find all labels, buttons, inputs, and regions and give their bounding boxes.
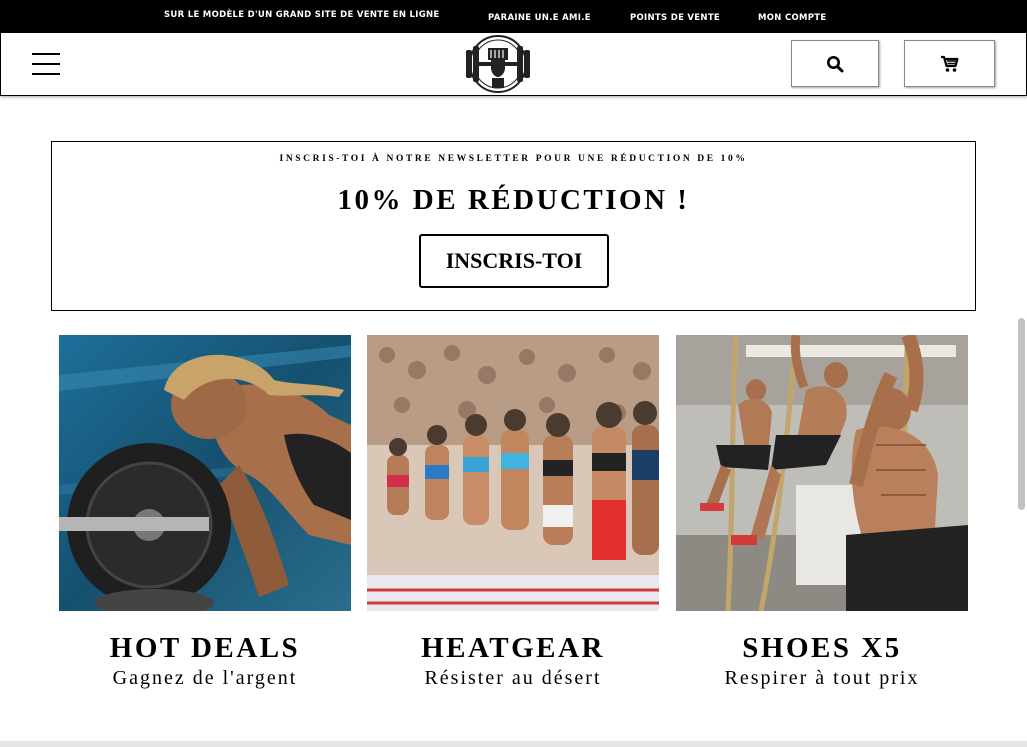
referral-link[interactable]: PARAINE UN.E AMI.E [488, 13, 591, 23]
heatgear-image[interactable] [367, 335, 659, 611]
newsletter-banner: INSCRIS-TOI À NOTRE NEWSLETTER POUR UNE … [51, 141, 976, 311]
newsletter-title: 10% DE RÉDUCTION ! [337, 184, 690, 216]
search-button[interactable] [791, 40, 879, 87]
top-bar: SUR LE MODÈLE D'UN GRAND SITE DE VENTE E… [0, 0, 1027, 33]
hamburger-menu-icon[interactable] [32, 53, 60, 75]
logo-icon[interactable] [462, 34, 534, 94]
promo-link[interactable]: SUR LE MODÈLE D'UN GRAND SITE DE VENTE E… [164, 10, 440, 20]
card-title[interactable]: SHOES X5 [676, 632, 968, 665]
shoes-x5-image[interactable] [676, 335, 968, 611]
horizontal-scrollbar[interactable] [0, 741, 1027, 747]
site-header [0, 33, 1027, 96]
card-title[interactable]: HEATGEAR [367, 632, 659, 665]
newsletter-signup-button[interactable]: INSCRIS-TOI [419, 234, 609, 288]
card-subtitle: Gagnez de l'argent [112, 667, 298, 689]
card-subtitle: Respirer à tout prix [724, 667, 920, 689]
cart-button[interactable] [904, 40, 995, 87]
card-subtitle: Résister au désert [424, 667, 602, 689]
hot-deals-image[interactable] [59, 335, 351, 611]
newsletter-subtitle: INSCRIS-TOI À NOTRE NEWSLETTER POUR UNE … [279, 154, 748, 164]
cart-icon [940, 55, 959, 72]
card-title[interactable]: HOT DEALS [59, 632, 351, 665]
search-icon [827, 55, 844, 72]
account-link[interactable]: MON COMPTE [758, 13, 827, 23]
vertical-scrollbar-thumb[interactable] [1018, 318, 1025, 510]
stores-link[interactable]: POINTS DE VENTE [630, 13, 720, 23]
